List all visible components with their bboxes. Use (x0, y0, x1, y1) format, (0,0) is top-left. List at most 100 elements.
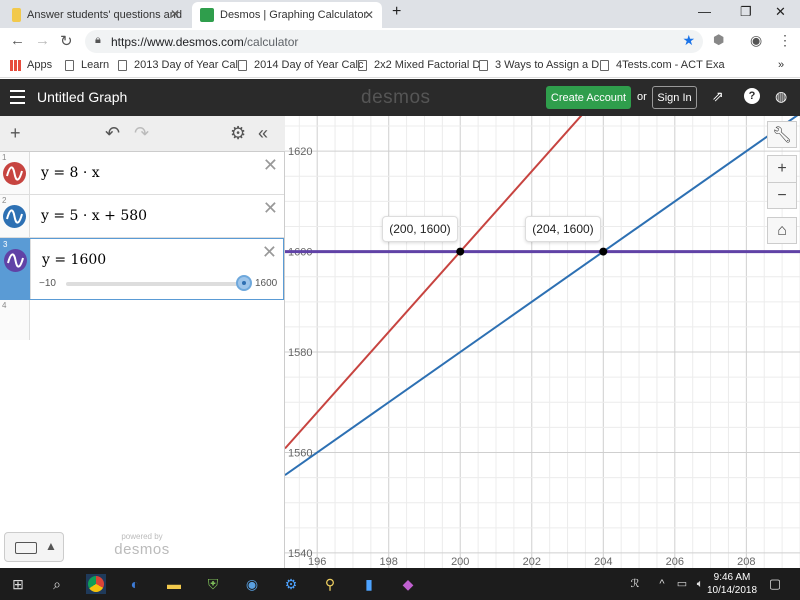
or-label: or (637, 91, 647, 103)
windows-start-icon[interactable]: ⊞ (8, 574, 28, 594)
expression-panel: + ↶ ↷ ⚙ « 1 y = 8 · x ✕ 2 y = 5 · x + 58… (0, 116, 285, 568)
sign-in-button[interactable]: Sign In (652, 86, 697, 109)
graph-wave-icon[interactable] (4, 249, 27, 272)
x-tick-label: 204 (594, 556, 612, 568)
bookmark-item[interactable]: 4Tests.com - ACT Exa (600, 59, 725, 71)
graph-settings-wrench-icon[interactable]: 🔧︎ (767, 121, 797, 148)
caret-up-icon: ▲ (45, 539, 57, 553)
close-tab-icon[interactable]: ✕ (364, 8, 374, 22)
collapse-panel-icon[interactable]: « (258, 123, 268, 144)
close-tab-icon[interactable]: ✕ (170, 7, 180, 21)
globe-icon[interactable]: ◍ (775, 88, 787, 105)
expression-row-selected[interactable]: 3 y = 1600 ✕ −10 1600 (0, 238, 284, 300)
app-stack-icon[interactable]: ◆ (398, 574, 418, 594)
graph-canvas[interactable]: 1961982002022042062081540156015801600162… (285, 116, 800, 568)
app-gear-icon[interactable]: ⚙ (281, 574, 301, 594)
profile-icon[interactable]: ◉ (750, 32, 762, 49)
empty-expression-row[interactable]: 4 (0, 300, 30, 340)
graph-wave-icon[interactable] (3, 205, 26, 228)
expression-tab: 1 (0, 152, 30, 194)
file-explorer-icon[interactable]: ▬ (164, 574, 184, 594)
graph-wave-icon[interactable] (3, 162, 26, 185)
restore-icon[interactable]: ❐ (740, 4, 752, 20)
bookmark-star-icon[interactable]: ★ (682, 32, 695, 49)
firefox-icon[interactable]: ◐ (125, 574, 145, 594)
hamburger-menu-icon[interactable] (10, 90, 25, 104)
help-icon[interactable]: ? (744, 88, 760, 104)
slider-max[interactable]: 1600 (255, 278, 277, 289)
tab-label: Desmos | Graphing Calculator (220, 9, 368, 21)
browser-toolbar: ← → ↻ 🔒︎ https://www.desmos.com/calculat… (0, 28, 800, 55)
point-label: (200, 1600) (382, 215, 458, 242)
tab-favicon-icon (12, 8, 22, 22)
create-account-button[interactable]: Create Account (546, 86, 631, 109)
taskbar-clock[interactable]: 9:46 AM 10/14/2018 (707, 571, 757, 597)
people-icon[interactable]: ℛ (625, 574, 645, 594)
window-close-icon[interactable]: ✕ (775, 4, 786, 20)
zoom-in-button[interactable]: + (767, 155, 797, 182)
address-bar[interactable]: 🔒︎ https://www.desmos.com/calculator ★ (85, 30, 703, 53)
expression-row[interactable]: 2 y = 5 · x + 580 ✕ (0, 195, 284, 238)
powered-by-desmos: powered by desmos (114, 532, 170, 558)
bookmark-item[interactable]: 2013 Day of Year Cal (118, 59, 238, 71)
app-browser-icon[interactable]: ◉ (242, 574, 262, 594)
graph-title[interactable]: Untitled Graph (37, 89, 127, 105)
delete-expression-icon[interactable]: ✕ (263, 198, 278, 219)
keyboard-icon (15, 542, 37, 554)
slider-track[interactable] (66, 282, 246, 286)
back-icon[interactable]: ← (10, 32, 25, 49)
bookmark-apps[interactable]: Apps (10, 59, 52, 71)
bookmark-item[interactable]: 2014 Day of Year Calc (238, 59, 363, 71)
keyboard-toggle-button[interactable]: ▲ (4, 532, 64, 562)
extension-icon[interactable]: ⬢ (713, 32, 724, 48)
reload-icon[interactable]: ↻ (60, 32, 73, 50)
new-tab-button[interactable]: + (392, 3, 401, 21)
tab-answer-students[interactable]: Answer students' questions and (4, 2, 190, 28)
x-tick-label: 208 (737, 556, 755, 568)
network-icon[interactable]: ▭ (672, 574, 692, 594)
x-tick-label: 202 (523, 556, 541, 568)
lock-icon: 🔒︎ (95, 34, 101, 46)
chrome-icon[interactable] (86, 574, 106, 594)
share-icon[interactable]: ⇗ (712, 88, 724, 105)
search-icon[interactable]: ⌕ (47, 574, 67, 594)
expression-row[interactable]: 1 y = 8 · x ✕ (0, 152, 284, 195)
bookmarks-more[interactable]: » (778, 59, 784, 71)
menu-dots-icon[interactable]: ⋮ (778, 32, 792, 49)
show-hidden-icons[interactable]: ^ (652, 574, 672, 594)
default-zoom-home-icon[interactable]: ⌂ (767, 217, 797, 244)
delete-expression-icon[interactable]: ✕ (263, 155, 278, 176)
tab-label: Answer students' questions and (27, 9, 182, 21)
forward-icon[interactable]: → (35, 32, 50, 49)
app-tool-icon[interactable]: ▮ (359, 574, 379, 594)
notifications-icon[interactable]: ▢ (765, 574, 785, 594)
expression-input[interactable]: y = 8 · x (41, 165, 100, 181)
expression-tab: 3 (1, 239, 31, 299)
y-tick-label: 1620 (288, 146, 312, 158)
minimize-icon[interactable]: — (698, 4, 711, 19)
tab-desmos[interactable]: Desmos | Graphing Calculator ✕ (192, 2, 382, 28)
x-tick-label: 206 (666, 556, 684, 568)
browser-tab-strip: Answer students' questions and Desmos | … (0, 0, 800, 28)
bookmark-item[interactable]: 2x2 Mixed Factorial D (358, 59, 480, 71)
magnifier-icon[interactable]: ⚲ (320, 574, 340, 594)
intersection-point (456, 247, 465, 256)
graph-paper[interactable]: 1961982002022042062081540156015801600162… (285, 116, 800, 568)
expression-input[interactable]: y = 5 · x + 580 (41, 208, 147, 224)
url-text: https://www.desmos.com/calculator (111, 35, 299, 49)
intersection-point (599, 247, 608, 256)
slider-min[interactable]: −10 (39, 278, 56, 289)
bookmark-item[interactable]: Learn (65, 59, 109, 71)
slider-thumb[interactable] (236, 275, 252, 291)
desmos-header: Untitled Graph desmos Create Account or … (0, 79, 800, 116)
app-shield-icon[interactable]: ⛨ (203, 574, 223, 594)
undo-icon[interactable]: ↶ (105, 123, 120, 144)
zoom-out-button[interactable]: − (767, 182, 797, 209)
windows-taskbar: ⊞ ⌕ ◐ ▬ ⛨ ◉ ⚙ ⚲ ▮ ◆ ℛ ^ ▭ 🔈︎ 9:46 AM 10/… (0, 568, 800, 600)
settings-gear-icon[interactable]: ⚙ (230, 123, 246, 144)
bookmark-item[interactable]: 3 Ways to Assign a D (479, 59, 599, 71)
redo-icon[interactable]: ↷ (134, 123, 149, 144)
delete-expression-icon[interactable]: ✕ (262, 242, 277, 263)
add-item-icon[interactable]: + (10, 123, 21, 144)
expression-input[interactable]: y = 1600 (42, 252, 106, 268)
